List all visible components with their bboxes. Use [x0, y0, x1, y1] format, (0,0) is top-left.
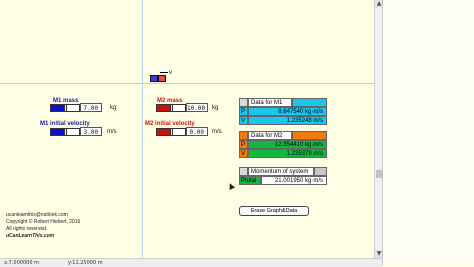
- data-m1-v-row: V 1.235248 m/s: [239, 116, 327, 125]
- axis-line-vertical: [142, 0, 143, 258]
- momentum-color-bar: [314, 167, 327, 176]
- m2-mass-slider[interactable]: [156, 104, 186, 112]
- momentum-header: Momentum of system: [239, 167, 327, 176]
- m2-mass-unit: kg: [212, 105, 219, 111]
- mass-m1-object[interactable]: [150, 75, 158, 82]
- m1-velocity-slider-knob[interactable]: [64, 128, 67, 136]
- m1-mass-unit: kg: [110, 105, 117, 111]
- data-m2-v-row: V 1.235379 m/s: [239, 149, 327, 158]
- simulation-canvas[interactable]: v M1 mass 7.00 kg M1 initial velocity 3.…: [0, 0, 383, 267]
- m2-velocity-slider-fill: [157, 129, 170, 135]
- credit-copyright: Copyright © Robert Hiebert, 2016: [6, 219, 81, 225]
- data-m2-color-bar: [292, 131, 327, 140]
- momentum-key: Ptotal: [239, 176, 261, 185]
- data-m1-header: Data for M1: [239, 98, 327, 107]
- data-m1-color-bar: [292, 98, 327, 107]
- data-m2-title: Data for M2: [248, 131, 292, 140]
- data-m2-v-key: V: [239, 149, 248, 158]
- side-panel: [382, 0, 474, 266]
- data-m1-v-key: V: [239, 116, 248, 125]
- erase-graph-data-button[interactable]: Erase Graph&Data: [239, 206, 309, 216]
- data-m2-toggle-icon[interactable]: [239, 131, 248, 140]
- data-m2-header: Data for M2: [239, 131, 327, 140]
- m1-mass-slider-fill: [51, 105, 64, 111]
- m1-mass-input[interactable]: 7.00: [80, 103, 102, 112]
- m2-velocity-slider-knob[interactable]: [170, 128, 173, 136]
- velocity-arrow-icon: [160, 72, 168, 73]
- data-m1-title: Data for M1: [248, 98, 292, 107]
- credit-email: ucanlearnthis@outlook.com: [6, 212, 68, 218]
- m1-mass-slider[interactable]: [50, 104, 80, 112]
- velocity-label: v: [169, 70, 172, 76]
- data-m1-toggle-icon[interactable]: [239, 98, 248, 107]
- momentum-toggle-icon[interactable]: [239, 167, 248, 176]
- m2-mass-slider-knob[interactable]: [170, 104, 173, 112]
- data-m2-v-value: 1.235379 m/s: [248, 149, 327, 158]
- data-m1-p-value: 8.647540 kg·m/s: [248, 107, 327, 116]
- data-m1-p-row: P 8.647540 kg·m/s: [239, 107, 327, 116]
- momentum-value: 21.001950 kg·m/s: [261, 176, 327, 185]
- momentum-title: Momentum of system: [248, 167, 314, 176]
- m1-mass-slider-knob[interactable]: [64, 104, 67, 112]
- m2-mass-slider-fill: [157, 105, 170, 111]
- data-m2-p-key: P: [239, 140, 248, 149]
- data-m1-p-key: P: [239, 107, 248, 116]
- m2-velocity-slider[interactable]: [156, 128, 186, 136]
- credit-site: uCanLearnThis.com: [6, 233, 55, 239]
- mass-m2-object[interactable]: [158, 75, 166, 82]
- m1-velocity-slider-fill: [51, 129, 64, 135]
- track-line-horizontal: [0, 83, 374, 84]
- data-m2-p-value: 12.354410 kg·m/s: [248, 140, 327, 149]
- m1-velocity-unit: m/s: [107, 129, 117, 135]
- momentum-row: Ptotal 21.001950 kg·m/s: [239, 176, 327, 185]
- m2-velocity-input[interactable]: 0.00: [186, 127, 208, 136]
- data-m1-v-value: 1.235248 m/s: [248, 116, 327, 125]
- m1-velocity-input[interactable]: 3.00: [80, 127, 102, 136]
- m1-velocity-slider[interactable]: [50, 128, 80, 136]
- m2-mass-input[interactable]: 10.00: [186, 103, 208, 112]
- credit-rights: All rights reserved.: [6, 226, 48, 232]
- m2-velocity-unit: m/s: [212, 129, 222, 135]
- data-m2-p-row: P 12.354410 kg·m/s: [239, 140, 327, 149]
- mouse-pointer-icon: [227, 182, 235, 190]
